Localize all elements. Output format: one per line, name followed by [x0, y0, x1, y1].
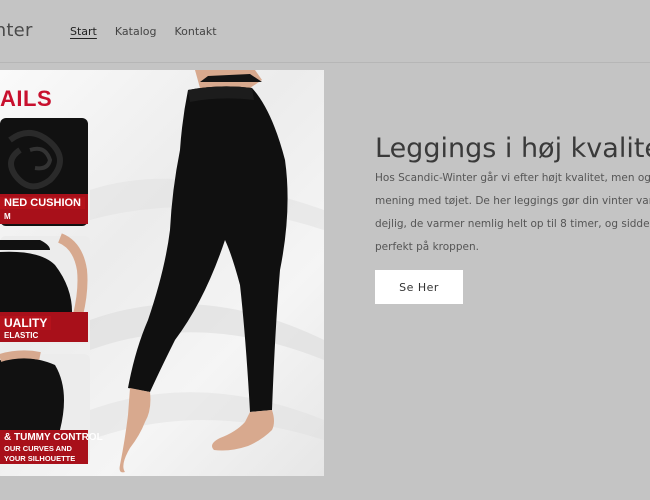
hero-headline: Leggings i høj kvalitet: [375, 133, 650, 165]
panel3-label: & TUMMY CONTROL: [4, 432, 103, 443]
image-title-text: AILS: [0, 86, 53, 111]
main-nav: Start Katalog Kontakt: [70, 25, 217, 38]
nav-item-kontakt[interactable]: Kontakt: [174, 25, 216, 38]
site-header: Winter Start Katalog Kontakt: [0, 0, 650, 63]
panel1-label: NED CUSHION: [0, 197, 86, 209]
leggings-illustration: [0, 70, 324, 473]
panel2-label: UALITY: [0, 316, 52, 330]
panel2-sub: ELASTIC: [4, 331, 39, 340]
description-line: perfekt på kroppen.: [375, 241, 479, 253]
site-logo[interactable]: Winter: [0, 20, 33, 41]
nav-item-katalog[interactable]: Katalog: [115, 25, 157, 38]
panel3-sub-2: YOUR SILHOUETTE: [4, 454, 76, 463]
nav-item-start[interactable]: Start: [70, 25, 97, 38]
panel1-sub: M: [4, 212, 11, 221]
hero-description: Hos Scandic-Winter går vi efter højt kva…: [375, 167, 650, 259]
description-line: dejlig, de varmer nemlig helt op til 8 t…: [375, 218, 650, 230]
panel3-sub-1: OUR CURVES AND: [4, 444, 72, 453]
hero-product-image: AILS NED CUSHION M UALITY ELASTIC & TUMM…: [0, 70, 324, 476]
see-here-button[interactable]: Se Her: [375, 270, 463, 304]
description-line: Hos Scandic-Winter går vi efter højt kva…: [375, 172, 650, 184]
description-line: mening med tøjet. De her leggings gør di…: [375, 195, 650, 207]
